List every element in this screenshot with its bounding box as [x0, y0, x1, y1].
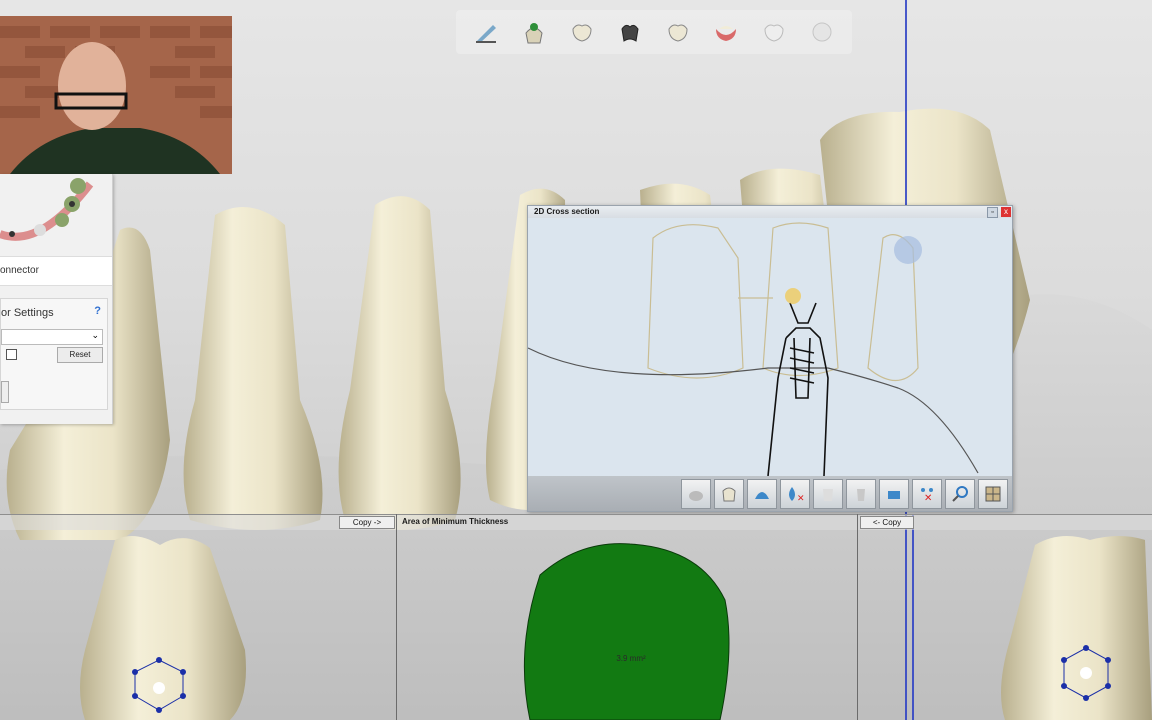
magnifier-icon[interactable] [945, 478, 975, 509]
settings-dropdown[interactable]: ⌄ [1, 329, 103, 345]
gum-tool-icon[interactable] [681, 478, 711, 509]
block-blue-icon[interactable] [879, 478, 909, 509]
pen-icon[interactable] [468, 14, 504, 50]
help-icon[interactable]: ? [94, 305, 101, 317]
cross-section-toolbar: ✕ ✕ [528, 476, 1012, 511]
cross-section-window: 2D Cross section ▫ x ✕ ✕ [527, 205, 1013, 512]
tooth-section-icon[interactable] [714, 478, 744, 509]
svg-text:✕: ✕ [797, 493, 804, 503]
center-point-right [1080, 667, 1092, 679]
dome-icon[interactable] [747, 478, 777, 509]
reset-button[interactable]: Reset [57, 347, 103, 363]
copy-left-button[interactable]: <- Copy [860, 516, 914, 529]
pin-icon[interactable]: ▫ [987, 207, 998, 218]
cross-section-title[interactable]: 2D Cross section [528, 206, 1012, 218]
tooth-prep-2 [183, 207, 323, 530]
connector-settings-panel: onnector or Settings ? ⌄ Reset [0, 174, 113, 424]
cross-section-plane-line-lower [912, 514, 914, 720]
panel-divider-right [857, 514, 858, 720]
tooth-prep-3 [338, 196, 461, 530]
sphere-icon[interactable] [804, 14, 840, 50]
tooth-faded-tool-icon[interactable] [813, 478, 843, 509]
webcam-overlay [0, 16, 232, 174]
copy-right-button[interactable]: Copy -> [339, 516, 395, 529]
settings-checkbox[interactable] [6, 349, 17, 360]
tooth-faded-icon[interactable] [756, 14, 792, 50]
collapse-handle[interactable] [1, 381, 9, 403]
connector-label[interactable]: onnector [0, 256, 112, 286]
workflow-toolbar [456, 10, 852, 54]
panel-divider-left [396, 514, 397, 720]
dark-tooth-icon[interactable] [612, 14, 648, 50]
gum-icon[interactable] [708, 14, 744, 50]
center-point-left [153, 682, 165, 694]
tooth-crown-icon[interactable] [516, 14, 552, 50]
settings-title: or Settings [1, 307, 54, 319]
view-indicator [894, 236, 922, 264]
thickness-panel-header [0, 514, 1152, 530]
svg-text:✕: ✕ [924, 493, 932, 503]
remove-drop-icon[interactable]: ✕ [780, 478, 810, 509]
chevron-down-icon: ⌄ [91, 330, 99, 340]
close-button[interactable]: x [1001, 207, 1011, 217]
minimum-thickness-area [523, 543, 730, 720]
cross-section-canvas[interactable] [527, 218, 1012, 477]
tooth-gray-tool-icon[interactable] [846, 478, 876, 509]
tooth-icon-2[interactable] [660, 14, 696, 50]
settings-group: or Settings ? ⌄ Reset [0, 298, 108, 410]
tooth-icon[interactable] [564, 14, 600, 50]
grid-icon[interactable] [978, 478, 1008, 509]
thickness-value-label: 3.9 mm² [616, 654, 646, 663]
area-title: Area of Minimum Thickness [402, 517, 509, 526]
cursor-highlight [785, 288, 801, 304]
arch-overview-thumbnail[interactable] [0, 174, 112, 244]
delete-points-icon[interactable]: ✕ [912, 478, 942, 509]
